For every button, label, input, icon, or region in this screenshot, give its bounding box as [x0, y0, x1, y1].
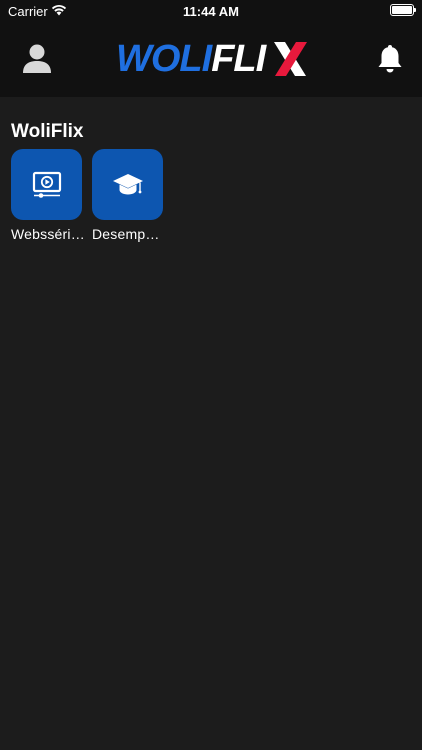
app-header: Carrier 11:44 AM WOLIFLI [0, 0, 422, 97]
section-title: WoliFlix [11, 121, 84, 142]
app-tile[interactable] [11, 149, 82, 220]
status-bar: Carrier 11:44 AM [0, 0, 422, 22]
logo-flix-text: FLI [211, 38, 266, 80]
nav-bar: WOLIFLI [0, 22, 422, 97]
battery-level [392, 6, 412, 14]
profile-button[interactable] [20, 42, 54, 76]
clock: 11:44 AM [183, 4, 239, 19]
app-webseries[interactable]: Websséri… [11, 149, 85, 242]
app-tile[interactable] [92, 149, 163, 220]
video-player-icon [32, 171, 61, 198]
person-icon [23, 44, 51, 73]
logo-x-mark [274, 42, 307, 76]
graduation-cap-icon [112, 173, 143, 194]
bell-icon [378, 45, 402, 73]
logo-woli-text: WOLI [116, 38, 212, 80]
woliflix-logo: WOLIFLI [116, 38, 307, 80]
notifications-button[interactable] [376, 44, 404, 74]
app-label: Websséri… [11, 226, 85, 242]
battery-icon [390, 4, 416, 16]
app-label: Desemp… [92, 226, 160, 242]
app-desempenho[interactable]: Desemp… [92, 149, 164, 242]
